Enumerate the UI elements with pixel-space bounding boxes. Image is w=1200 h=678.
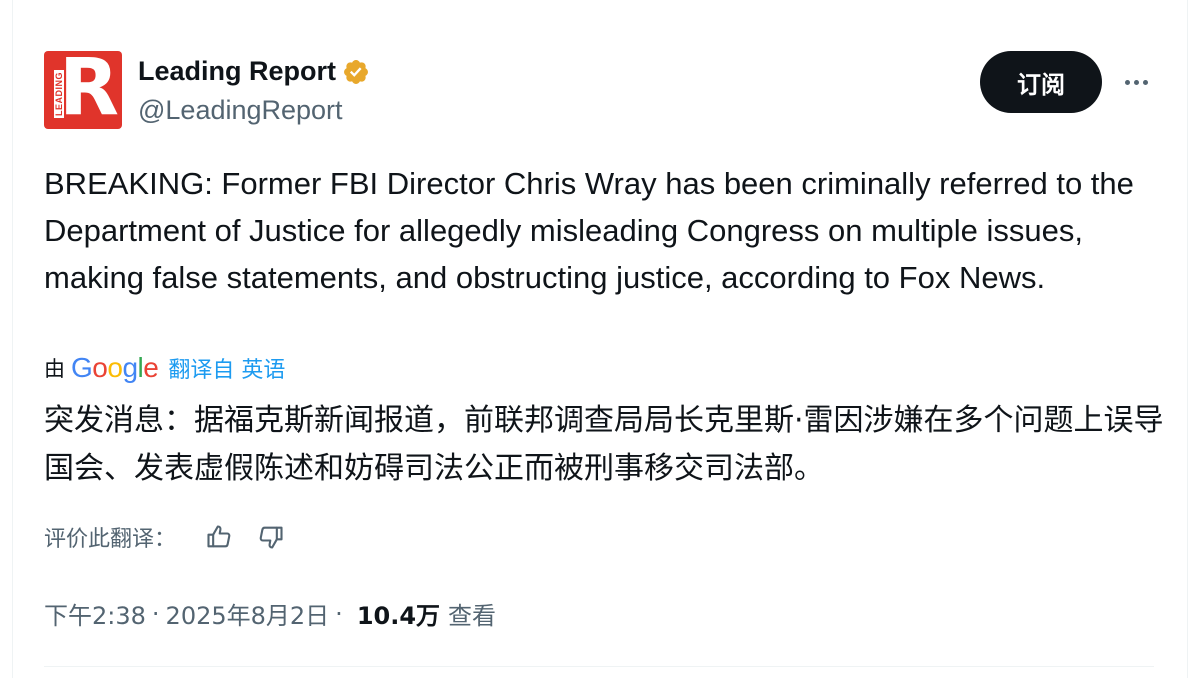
avatar[interactable]: R LEADING <box>44 51 122 129</box>
tweet-time[interactable]: 下午2:38 <box>44 596 146 631</box>
separator-dot: · <box>151 599 160 628</box>
thumbs-up-icon[interactable] <box>202 520 236 554</box>
translation-attribution: 由 Google 翻译自 英语 <box>44 352 285 384</box>
separator-dot: · <box>335 599 343 628</box>
tweet-date[interactable]: 2025年8月2日 <box>166 596 330 631</box>
translated-text: 突发消息：据福克斯新闻报道，前联邦调查局局长克里斯·雷因涉嫌在多个问题上误导国会… <box>44 403 1164 486</box>
rate-translation-label: 评价此翻译： <box>44 527 177 552</box>
tweet-text: BREAKING: Former FBI Director Chris Wray… <box>44 166 1143 295</box>
rate-translation-row: 评价此翻译： <box>44 520 306 554</box>
more-options-icon[interactable] <box>1114 64 1158 100</box>
author-handle[interactable]: @LeadingReport <box>138 95 343 126</box>
divider <box>44 666 1154 667</box>
tweet-meta: 下午2:38 · 2025年8月2日 · 10.4万 查看 <box>44 596 496 631</box>
author-display-name[interactable]: Leading Report <box>138 56 336 87</box>
author-name-row: Leading Report <box>138 56 370 87</box>
subscribe-button[interactable]: 订阅 <box>980 51 1102 113</box>
verified-badge-icon[interactable] <box>342 58 370 86</box>
views-count: 10.4万 <box>356 602 441 630</box>
views-label: 查看 <box>448 602 497 630</box>
avatar-letter: R <box>59 51 120 129</box>
avatar-vertical-text: LEADING <box>54 70 64 118</box>
thumbs-down-icon[interactable] <box>254 520 288 554</box>
google-logo: Google <box>71 352 159 383</box>
translated-from-link[interactable]: 翻译自 英语 <box>168 352 285 384</box>
translation-by-label: 由 <box>44 357 65 381</box>
